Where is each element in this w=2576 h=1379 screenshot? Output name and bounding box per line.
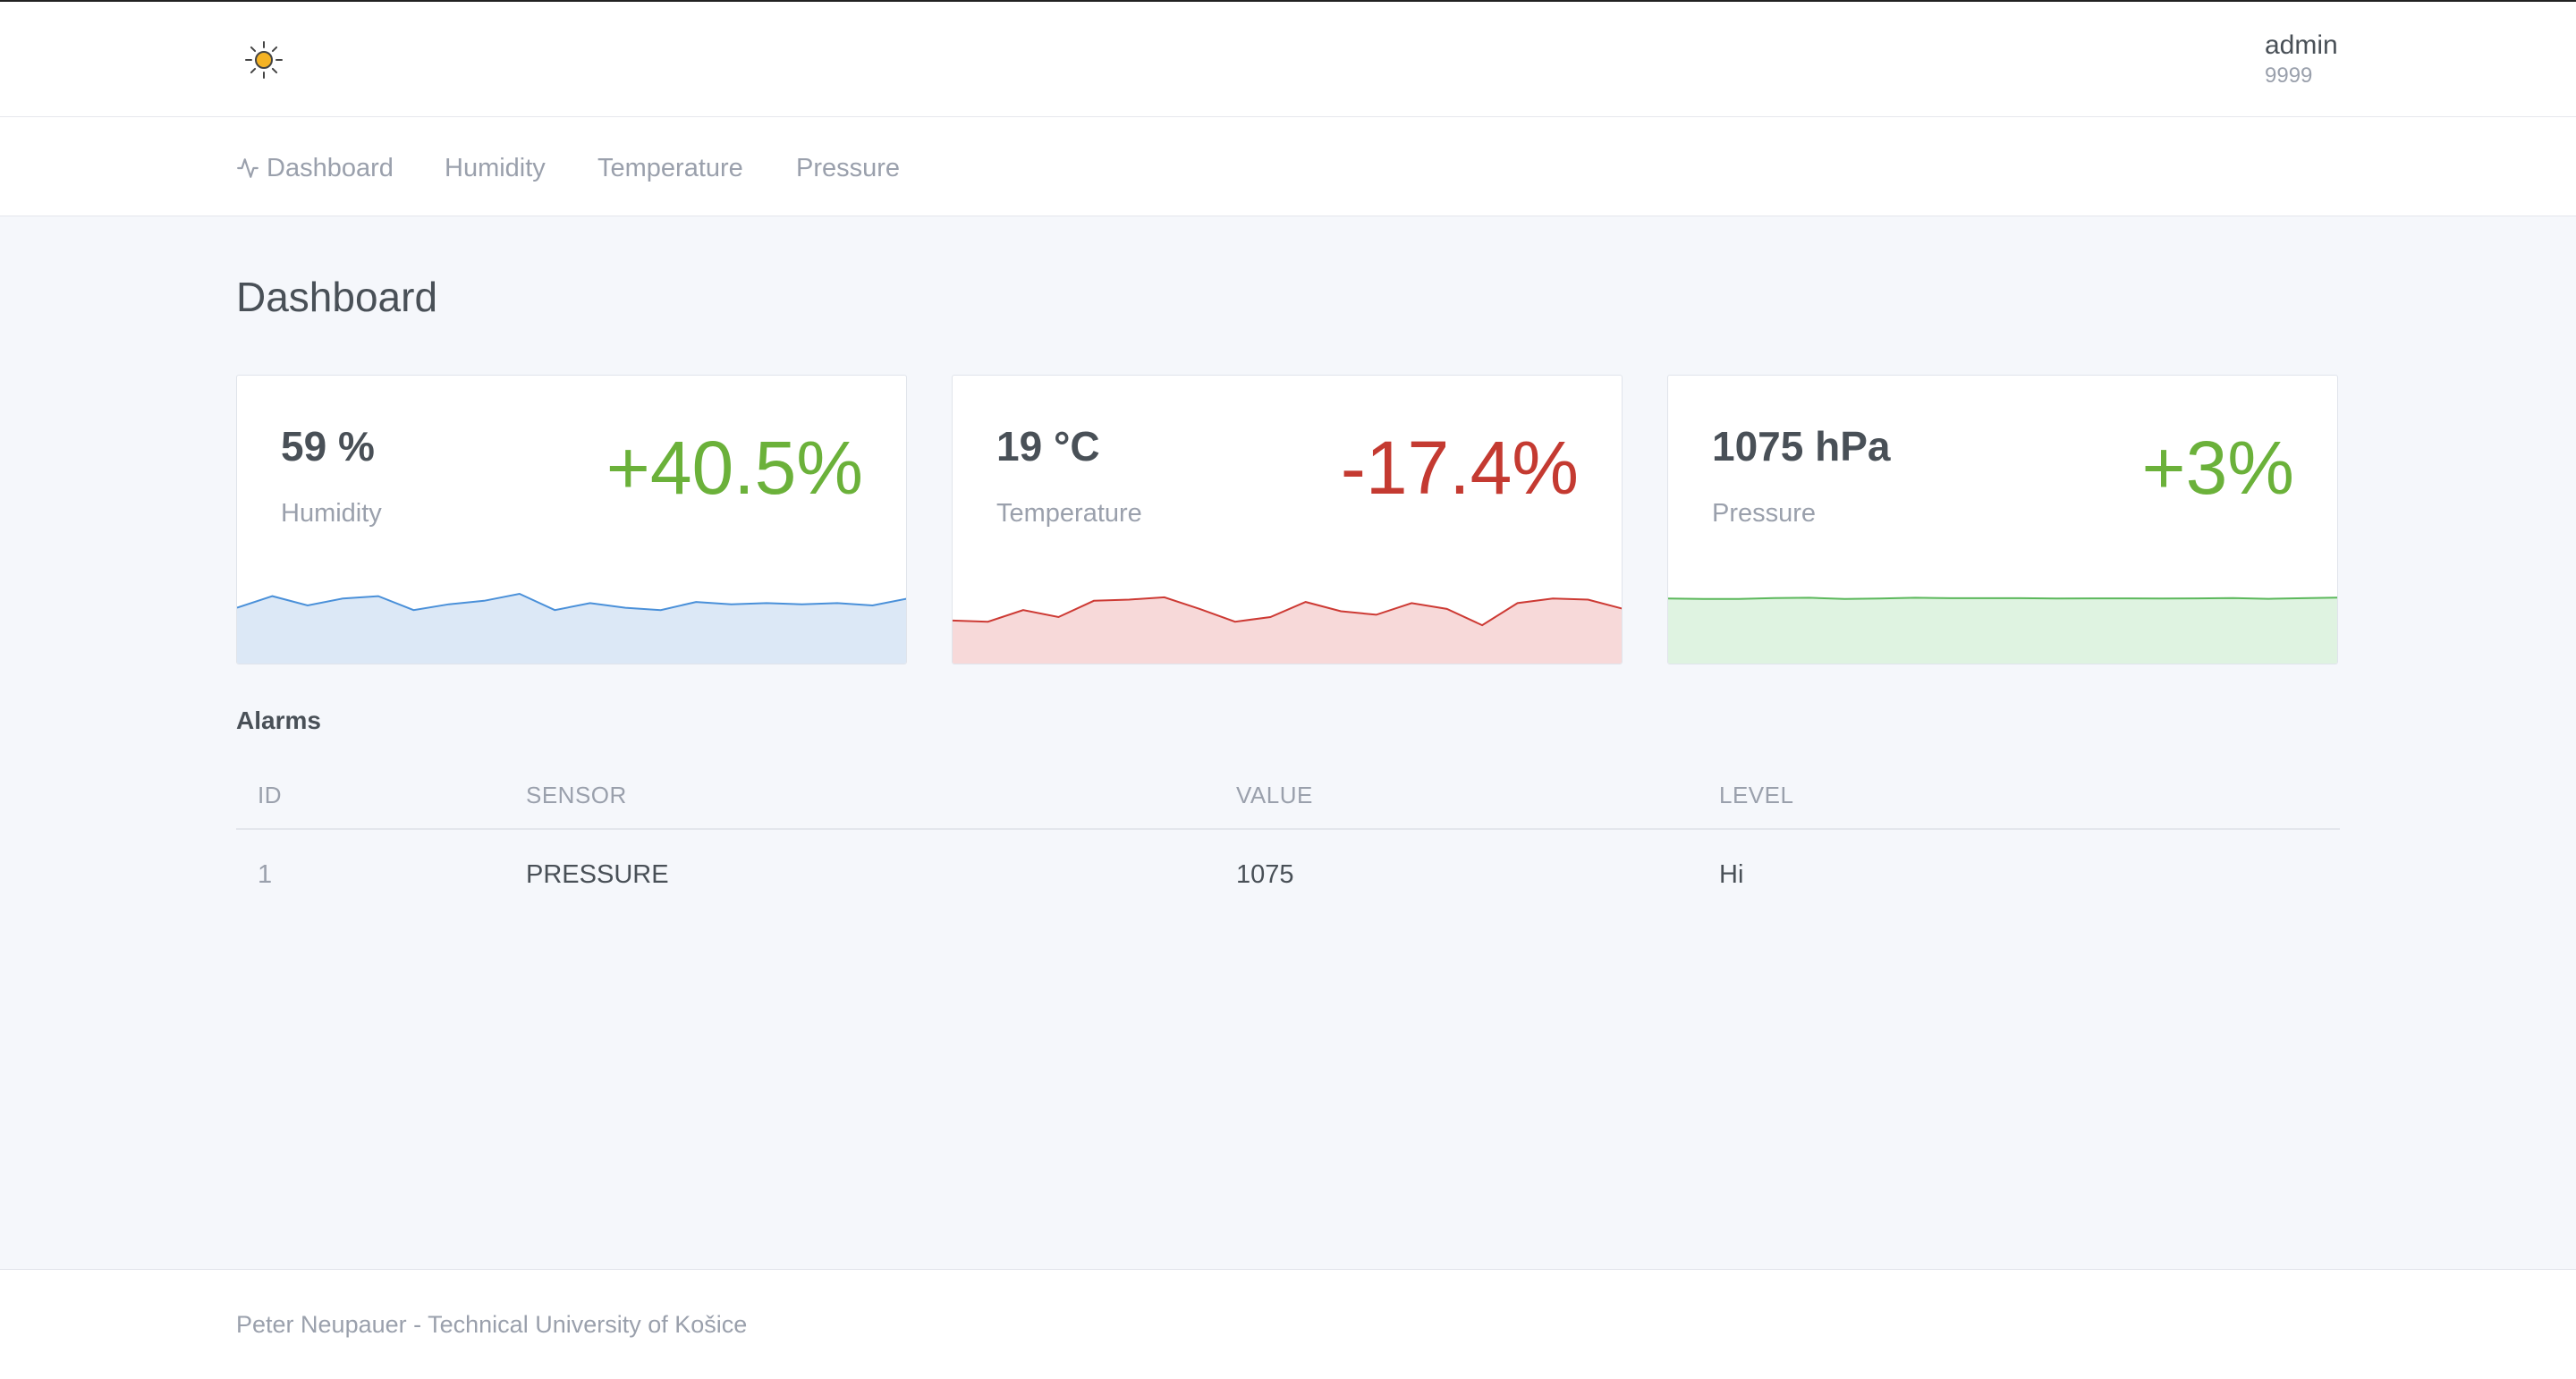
pressure-sparkline <box>1668 596 2337 664</box>
activity-icon <box>237 158 258 178</box>
nav-label: Humidity <box>445 154 546 182</box>
alarms-title: Alarms <box>236 706 321 734</box>
card-change: +3% <box>2141 426 2294 510</box>
top-header: admin 9999 <box>0 0 2576 117</box>
nav-item-humidity[interactable]: Humidity <box>445 153 546 183</box>
nav-label: Pressure <box>796 154 901 182</box>
user-name: admin <box>2265 30 2338 60</box>
card-label: Pressure <box>1712 499 1817 528</box>
table-header: ID SENSOR VALUE LEVEL <box>236 769 2340 830</box>
column-header-sensor[interactable]: SENSOR <box>526 782 627 809</box>
cell-id: 1 <box>258 860 273 889</box>
table-row[interactable]: 1 PRESSURE 1075 Hi <box>236 830 2340 916</box>
user-id: 9999 <box>2265 63 2313 88</box>
footer: Peter Neupauer - Technical University of… <box>0 1269 2576 1379</box>
humidity-card[interactable]: 59 % Humidity +40.5% <box>236 375 907 664</box>
card-label: Temperature <box>996 499 1142 528</box>
card-value: 59 % <box>281 423 375 470</box>
nav-item-dashboard[interactable]: Dashboard <box>236 153 394 183</box>
main-nav: Dashboard Humidity Temperature Pressure <box>0 117 2576 216</box>
cell-sensor: PRESSURE <box>526 860 669 889</box>
card-change: +40.5% <box>606 426 863 510</box>
nav-item-pressure[interactable]: Pressure <box>796 153 900 183</box>
pressure-card[interactable]: 1075 hPa Pressure +3% <box>1667 375 2338 664</box>
card-label: Humidity <box>281 499 382 528</box>
column-header-id[interactable]: ID <box>258 782 282 809</box>
card-change: -17.4% <box>1340 426 1579 510</box>
card-value: 1075 hPa <box>1712 423 1891 470</box>
sun-icon[interactable] <box>243 39 284 80</box>
cell-level: Hi <box>1719 860 1744 889</box>
column-header-value[interactable]: VALUE <box>1236 782 1313 809</box>
temperature-card[interactable]: 19 °C Temperature -17.4% <box>952 375 1623 664</box>
column-header-level[interactable]: LEVEL <box>1719 782 1793 809</box>
nav-label: Temperature <box>597 154 743 182</box>
sparkline-area <box>953 596 1622 664</box>
sparkline-area <box>1668 597 2337 664</box>
temperature-sparkline <box>953 596 1622 664</box>
alarms-table: ID SENSOR VALUE LEVEL 1 PRESSURE 1075 Hi <box>236 769 2340 916</box>
nav-label: Dashboard <box>267 154 394 182</box>
page-title: Dashboard <box>236 274 438 320</box>
humidity-sparkline <box>237 592 906 664</box>
cell-value: 1075 <box>1236 860 1294 889</box>
footer-credit: Peter Neupauer - Technical University of… <box>236 1311 748 1338</box>
sparkline-line <box>1668 596 2337 600</box>
user-menu[interactable]: admin 9999 <box>2265 29 2338 89</box>
nav-item-temperature[interactable]: Temperature <box>597 153 743 183</box>
card-value: 19 °C <box>996 423 1100 470</box>
